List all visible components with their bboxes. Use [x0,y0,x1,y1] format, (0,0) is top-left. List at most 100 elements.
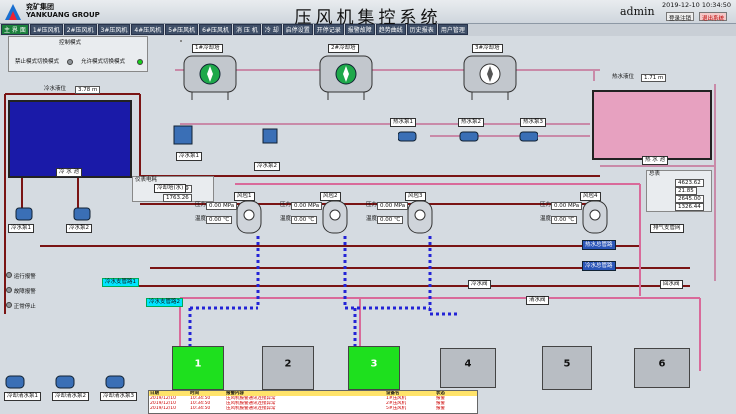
mode-disable-led[interactable] [67,59,73,65]
air-tank-4-pressure: 0.00 MPa [551,202,583,210]
air-tank-4-temp-label: 温度 [540,216,552,222]
nav-item-records[interactable]: 开停记录 [313,24,344,35]
legend-led-stop [6,302,12,308]
air-tank-1-pressure: 0.00 MPa [206,202,238,210]
meter-right-row2: 21.85 [675,187,697,195]
air-tank-1-temp-label: 温度 [195,216,207,222]
air-tank-1-pressure-label: 压力 [195,202,207,208]
nav-item-compressor-6[interactable]: 6#压风机 [199,24,232,35]
alarm-time: 10:34:50 [190,406,211,411]
nav-item-pressure[interactable]: 消 压 机 [232,24,261,35]
air-tank-4-temp: 0.00 ℃ [551,216,578,224]
nav-item-users[interactable]: 用户管理 [437,24,468,35]
header-bar: 兖矿集团 YANKUANG GROUP 压风机集控系统 admin 2019-1… [0,0,736,28]
cooling-tower-icon [463,55,517,100]
cooling-tower-water-label: 冷却塔(水) [154,184,187,193]
compressor-5-number: 5 [563,358,571,370]
cold-pump-icons [15,207,91,221]
air-tank-2-pressure-label: 压力 [280,202,292,208]
supply-pipe-1-label: 冷水支管路1 [102,278,139,287]
cold-level-label: 冷水液位 [44,86,67,92]
air-tank-3-temp-label: 温度 [366,216,378,222]
compressor-2-number: 2 [284,358,292,370]
cold-pump-1-label[interactable]: 冷水泵1 [8,224,34,233]
logout-button[interactable]: 登录注销 [666,12,695,22]
nav-item-compressor-3[interactable]: 3#压风机 [97,24,131,35]
cooling-tower-2[interactable]: 2#冷却塔 [316,44,376,100]
cold-water-tank [8,100,132,178]
air-tank-3-pressure-label: 压力 [366,202,378,208]
hot-level-label: 热水液位 [612,74,635,80]
datetime-display: 2019-12-10 10:34:50 [662,1,732,9]
meter-left-row2: 1763.26 [163,194,192,202]
compressor-4-number: 4 [464,358,472,370]
air-tank-4[interactable]: 风包4 [580,192,610,236]
table-row[interactable]: 2019/12/10 10:34:50 压风机报警通讯连接异常 5#压风机 报警 [149,406,477,411]
cooling-pump-a-label[interactable]: 冷水泵1 [176,152,202,161]
air-tank-icon [582,200,608,234]
cold-water-tank-label: 冷 水 池 [56,168,82,177]
compressor-3[interactable]: 3 [348,346,400,390]
nav-item-cooling[interactable]: 冷 却 [261,24,282,35]
compressor-6-number: 6 [658,358,666,370]
bottom-pump-3-label[interactable]: 冷却清水泵3 [100,392,137,401]
hot-level-value: 1.71 m [641,74,667,82]
compressor-6[interactable]: 6 [634,348,690,388]
air-tank-2-temp: 0.00 ℃ [291,216,318,224]
compressor-1[interactable]: 1 [172,346,224,390]
alarm-state: 报警 [436,406,445,411]
exit-button[interactable]: 退出系统 [699,12,728,22]
air-tank-2-temp-label: 温度 [280,216,292,222]
return-valve-label[interactable]: 回水阀 [660,280,683,289]
clean-valve-label[interactable]: 清水阀 [526,296,549,305]
legend-led-fault [6,287,12,293]
air-tank-2[interactable]: 风包2 [320,192,350,236]
air-tank-1[interactable]: 风包1 [234,192,264,236]
nav-item-compressor-2[interactable]: 2#压风机 [63,24,97,35]
bottom-pump-1-label[interactable]: 冷却清水泵1 [4,392,41,401]
cooling-tower-1[interactable]: 1#冷却塔 [180,44,240,100]
process-diagram: 冷 水 池 冷水液位 3.78 m 热 水 池 热水液位 1.71 m 控制模式… [0,36,736,414]
compressor-5[interactable]: 5 [542,346,592,390]
cooling-tower-icon [183,55,237,100]
air-tank-2-pressure: 0.00 MPa [291,202,323,210]
hot-main-pipe-label: 热水总管路 [582,240,616,250]
supply-pipe-2-label: 冷水支管路2 [146,298,183,307]
bottom-pump-2-label[interactable]: 冷却清水泵2 [52,392,89,401]
nav-item-compressor-4[interactable]: 4#压风机 [131,24,165,35]
spacer [180,40,182,42]
hot-pump-2-label[interactable]: 热水泵2 [458,118,484,127]
meter-right-row4: 1326.44 [675,203,704,211]
compressor-4[interactable]: 4 [440,348,496,388]
nav-item-trends[interactable]: 趋势曲线 [375,24,406,35]
air-tank-3-pressure: 0.00 MPa [377,202,409,210]
nav-item-compressor-1[interactable]: 1#压风机 [29,24,63,35]
alarm-content: 压风机报警通讯连接异常 [226,406,276,411]
nav-item-main[interactable]: 主 界 面 [1,24,29,35]
compressor-2[interactable]: 2 [262,346,314,390]
nav-item-alarms[interactable]: 报警故障 [344,24,375,35]
air-tank-3[interactable]: 风包3 [405,192,435,236]
pump-icon [173,125,193,145]
nav-item-reports[interactable]: 历史报表 [406,24,437,35]
air-tank-3-temp: 0.00 ℃ [377,216,404,224]
air-tank-1-temp: 0.00 ℃ [206,216,233,224]
hot-pump-1-label[interactable]: 热水泵1 [390,118,416,127]
current-user: admin [620,5,655,18]
alarm-date: 2019/12/10 [150,406,176,411]
meter-right-panel: 总表 4623.62 21.85 2645.00 1326.44 [646,170,712,212]
meter-left-title: 仪表电耗 [135,177,158,183]
hot-water-tank [592,90,712,160]
cooling-pump-b-label[interactable]: 冷水泵2 [254,162,280,171]
air-tank-icon [322,200,348,234]
mode-enable-led[interactable] [137,59,143,65]
hot-pump-3-label[interactable]: 热水泵3 [520,118,546,127]
cold-pump-2-label[interactable]: 冷水泵2 [66,224,92,233]
cold-valve-label[interactable]: 冷水阀 [468,280,491,289]
legend-fault-label: 故障报警 [13,289,36,295]
nav-item-compressor-5[interactable]: 5#压风机 [165,24,199,35]
hot-water-tank-label: 热 水 池 [642,156,668,165]
nav-item-start-stop[interactable]: 启停设置 [282,24,313,35]
cooling-tower-3[interactable]: 3#冷却塔 [460,44,520,100]
control-mode-title: 控制模式 [59,40,82,46]
